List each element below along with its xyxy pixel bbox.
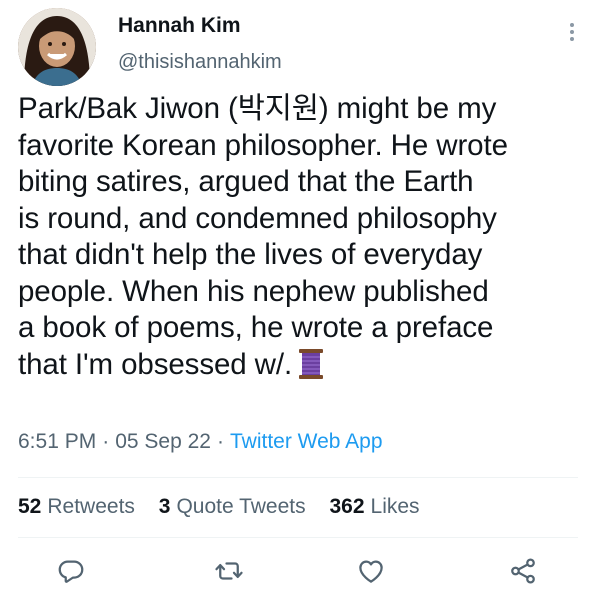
likes-stat[interactable]: 362 Likes: [329, 495, 419, 518]
tweet-text: Park/Bak Jiwon (박지원) might be my favorit…: [18, 91, 588, 389]
like-button[interactable]: [356, 556, 392, 592]
retweet-button[interactable]: [214, 556, 250, 592]
tweet-text-line: that I'm obsessed w/.: [18, 347, 293, 381]
tweet-text-line: is round, and condemned philosophy: [18, 201, 497, 235]
avatar[interactable]: [18, 8, 96, 86]
retweets-stat[interactable]: 52 Retweets: [18, 495, 135, 518]
likes-count: 362: [329, 495, 365, 518]
tweet-text-line: Park/Bak Jiwon (박지원) might be my: [18, 92, 497, 125]
retweet-icon: [215, 562, 243, 580]
quote-tweets-stat[interactable]: 3 Quote Tweets: [159, 495, 306, 518]
more-options-icon[interactable]: [568, 20, 576, 46]
tweet-text-line: that didn't help the lives of everyday: [18, 238, 483, 271]
meta-separator: ·: [102, 430, 110, 453]
action-bar: [0, 556, 596, 592]
likes-label: Likes: [370, 495, 420, 518]
reply-icon: [58, 560, 84, 583]
quote-tweets-label: Quote Tweets: [176, 495, 306, 518]
tweet-text-line: a book of poems, he wrote a preface: [18, 311, 494, 344]
tweet-meta: 6:51 PM · 05 Sep 22 · Twitter Web App: [18, 430, 383, 454]
tweet-source[interactable]: Twitter Web App: [230, 430, 383, 453]
tweet-date[interactable]: 05 Sep 22: [115, 430, 211, 453]
share-icon: [511, 558, 535, 584]
tweet-card: Hannah Kim @thisishannahkim Park/Bak Jiw…: [0, 0, 596, 600]
tweet-text-line: biting satires, argued that the Earth: [18, 165, 474, 198]
quote-tweets-count: 3: [158, 495, 171, 518]
author-handle[interactable]: @thisishannahkim: [118, 51, 282, 74]
divider: [18, 537, 578, 538]
like-icon: [359, 560, 383, 583]
retweets-count: 52: [18, 495, 42, 518]
author-name[interactable]: Hannah Kim: [118, 14, 241, 38]
share-button[interactable]: [508, 556, 544, 592]
tweet-text-line: people. When his nephew published: [18, 274, 489, 308]
divider: [18, 477, 578, 478]
tweet-stats: 52 Retweets 3 Quote Tweets 362 Likes: [18, 495, 438, 519]
retweets-label: Retweets: [47, 495, 135, 518]
reply-button[interactable]: [56, 556, 92, 592]
avatar-photo: [18, 8, 96, 86]
tweet-time[interactable]: 6:51 PM: [18, 430, 96, 453]
tweet-text-last-line: that I'm obsessed w/.: [18, 347, 588, 390]
tweet-text-line: favorite Korean philosopher. He wrote: [18, 128, 508, 162]
spool-of-thread-icon: [298, 348, 324, 390]
meta-separator: ·: [216, 430, 224, 453]
